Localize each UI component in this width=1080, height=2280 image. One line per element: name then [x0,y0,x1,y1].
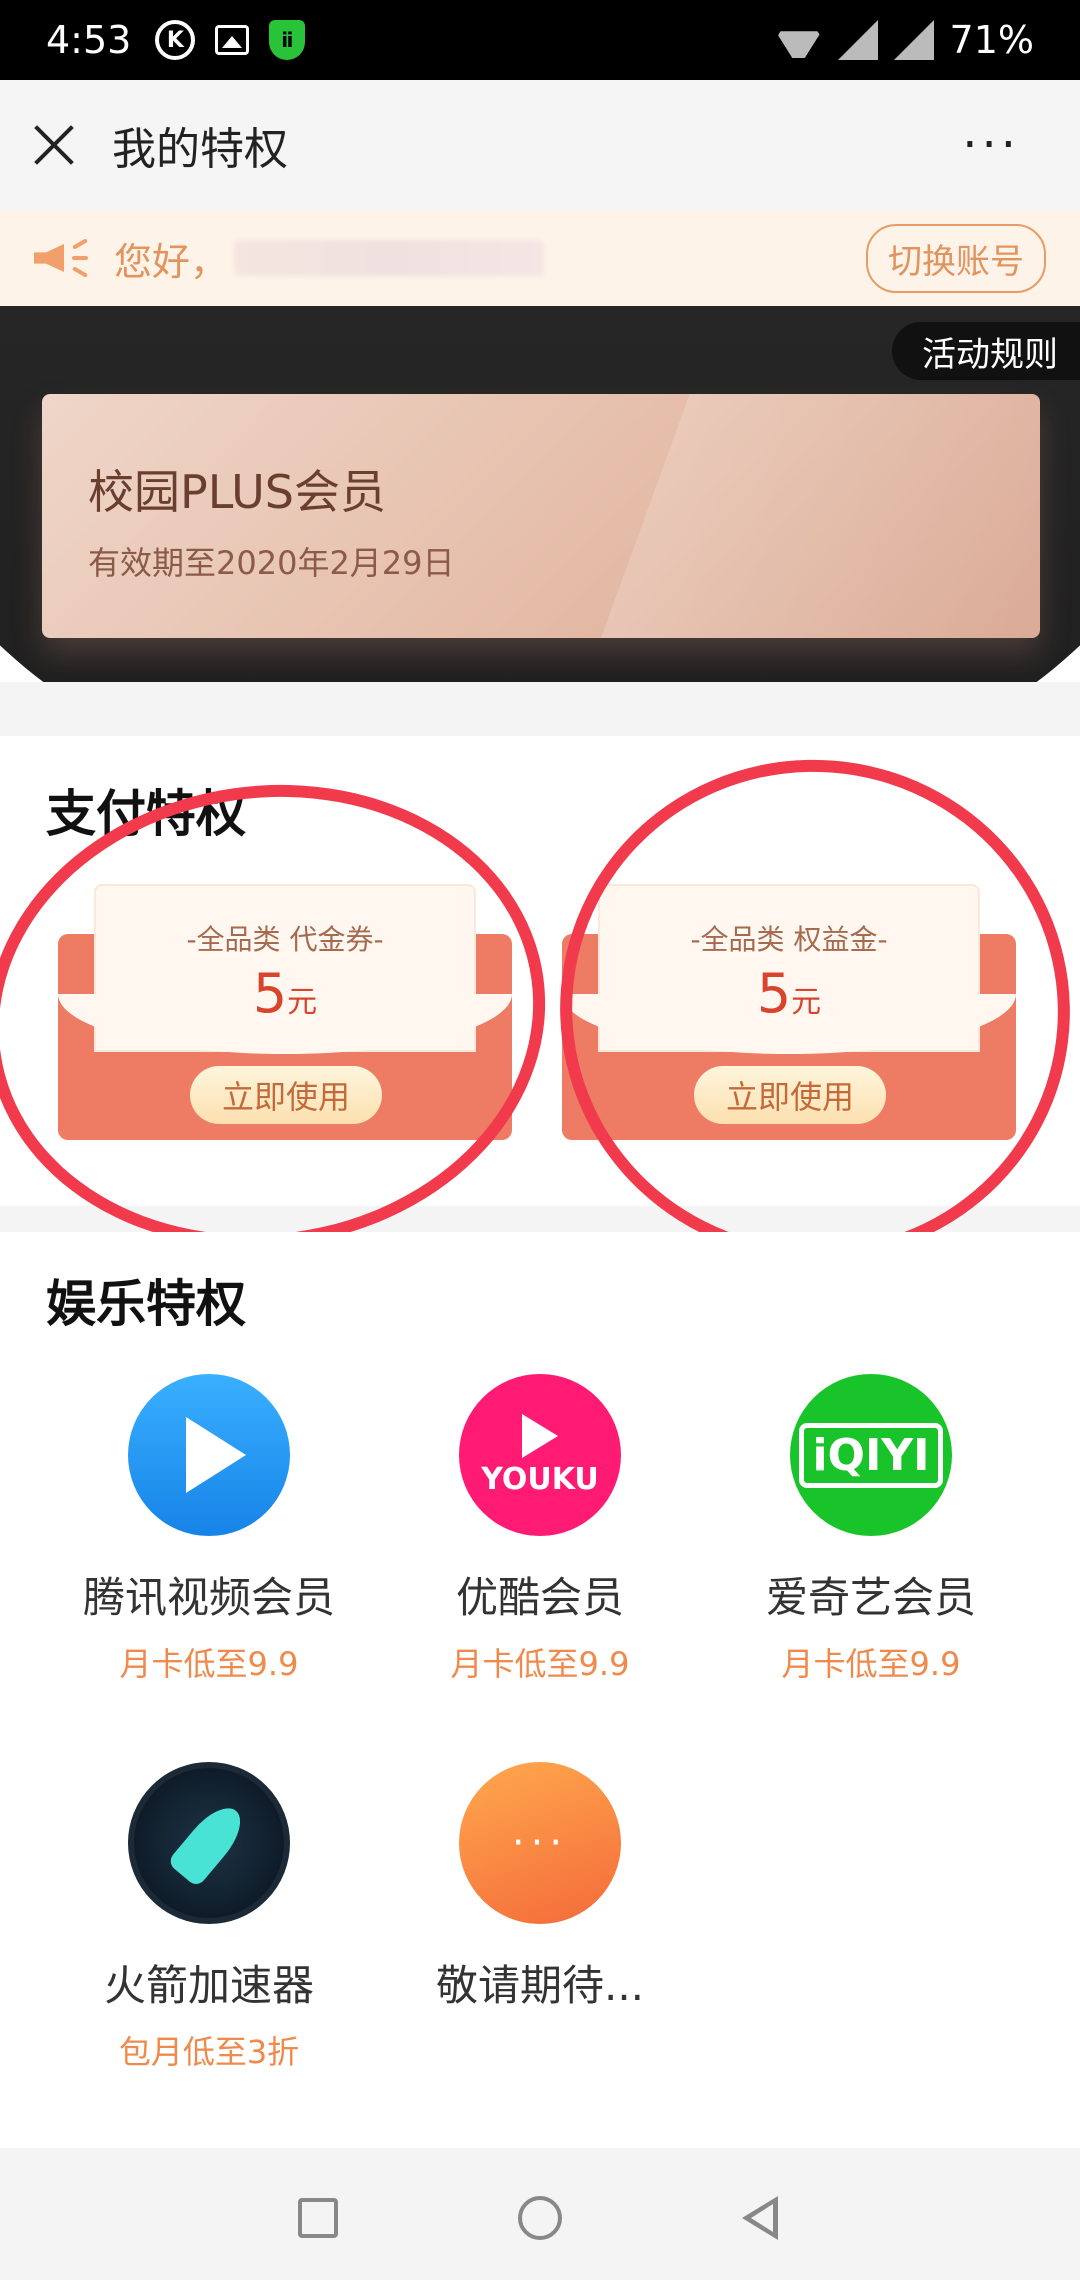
tencent-video-icon [128,1374,290,1536]
membership-banner: 活动规则 校园PLUS会员 有效期至2020年2月29日 [0,306,1080,682]
activity-rules-button[interactable]: 活动规则 [892,322,1080,380]
close-icon[interactable] [32,123,76,167]
coming-soon-item[interactable]: ··· 敬请期待... [375,1762,705,2013]
youku-item[interactable]: YOUKU 优酷会员 月卡低至9.9 [375,1374,705,1685]
page-header: 我的特权 ··· [0,80,1080,210]
speaker-icon [34,236,90,280]
membership-name: 校园PLUS会员 [88,465,386,519]
gallery-icon [215,25,250,55]
battery-level: 71% [949,18,1034,62]
app-name: 火箭加速器 [103,1961,314,2010]
wifi-icon [776,22,822,58]
k-app-icon: K [155,20,196,60]
membership-card[interactable]: 校园PLUS会员 有效期至2020年2月29日 [42,394,1040,638]
iqiyi-item[interactable]: iQIYI 爱奇艺会员 月卡低至9.9 [706,1374,1036,1685]
membership-expiry: 有效期至2020年2月29日 [88,544,455,582]
status-bar: 4:53 K ⅱ 71% [0,0,1080,80]
app-name: 腾讯视频会员 [82,1573,335,1622]
back-icon[interactable] [742,2196,782,2240]
more-options-icon[interactable]: ··· [962,117,1020,173]
tencent-video-item[interactable]: 腾讯视频会员 月卡低至9.9 [44,1374,374,1685]
system-nav-bar [0,2148,1080,2280]
greeting-text: 您好， [114,239,229,284]
app-desc: 月卡低至9.9 [781,1645,961,1683]
more-icon: ··· [459,1762,621,1924]
app-name: 爱奇艺会员 [765,1573,976,1622]
app-desc: 包月低至3折 [118,2033,300,2071]
status-right: 71% [776,18,1034,62]
signal-icon-2 [893,20,934,60]
shield-icon: ⅱ [269,20,306,60]
signal-icon [837,20,878,60]
app-name: 优酷会员 [455,1573,624,1622]
home-icon[interactable] [518,2196,562,2240]
blurred-username [234,240,545,276]
page-title: 我的特权 [112,124,288,175]
greeting-bar: 您好， 切换账号 [0,210,1080,306]
youku-icon: YOUKU [459,1374,621,1536]
app-desc: 月卡低至9.9 [119,1645,299,1683]
rocket-accelerator-item[interactable]: 火箭加速器 包月低至3折 [44,1762,374,2073]
iqiyi-icon: iQIYI [790,1374,952,1536]
ent-section-title: 娱乐特权 [46,1275,246,1333]
status-time: 4:53 [46,18,132,62]
recent-apps-icon[interactable] [298,2198,338,2238]
switch-account-button[interactable]: 切换账号 [866,223,1046,293]
entertainment-privileges-section: 娱乐特权 腾讯视频会员 月卡低至9.9 YOUKU 优酷会员 月卡低至9.9 i… [0,1232,1080,2148]
rocket-icon [128,1762,290,1924]
app-desc: 月卡低至9.9 [450,1645,630,1683]
app-name: 敬请期待... [435,1961,645,2010]
